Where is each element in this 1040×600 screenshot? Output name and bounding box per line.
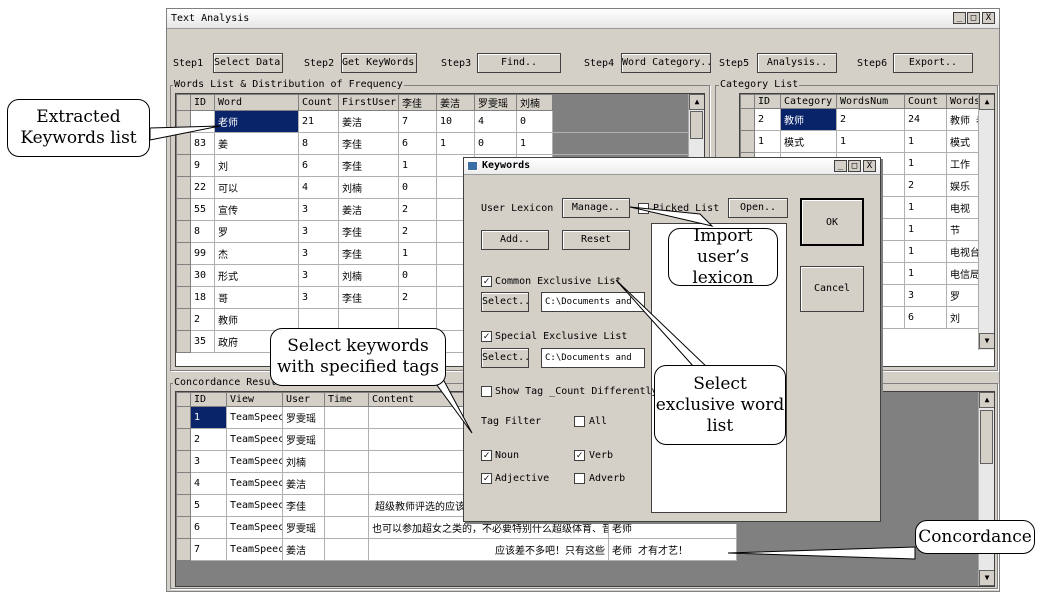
- import-pointer: [629, 206, 714, 227]
- callout-extracted: Extracted Keywords list: [7, 99, 150, 157]
- extracted-pointer: [149, 125, 221, 141]
- exclusive-pointer: [615, 279, 710, 369]
- callout-import: Import user’s lexicon: [668, 226, 778, 288]
- callout-concordance: Concordance: [915, 520, 1035, 554]
- concordance-pointer: [727, 546, 916, 560]
- callout-pointers: [149, 125, 916, 560]
- callout-select-tags: Select keywords with specified tags: [270, 328, 446, 386]
- callout-exclusive: Select exclusive word list: [654, 365, 786, 445]
